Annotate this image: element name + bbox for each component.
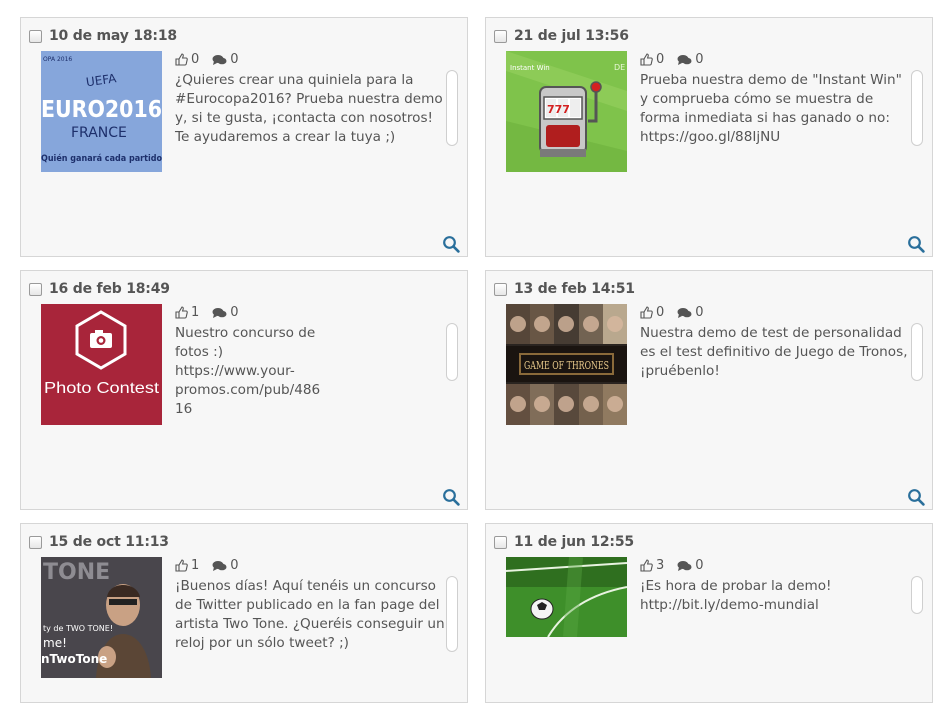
post-card: 10 de may 18:18 OPA 2016 UEFA EURO2016 F… xyxy=(20,17,468,257)
select-checkbox[interactable] xyxy=(29,29,42,43)
scrollbar[interactable] xyxy=(911,70,923,146)
post-stats: 3 0 xyxy=(640,558,717,573)
post-date: 13 de feb 14:51 xyxy=(514,281,635,297)
svg-text:DE: DE xyxy=(614,63,625,72)
post-date: 21 de jul 13:56 xyxy=(514,28,629,44)
svg-text:nTwoTone: nTwoTone xyxy=(41,652,107,666)
comments-count: 0 xyxy=(230,52,239,67)
select-checkbox[interactable] xyxy=(29,282,42,296)
comments-count: 0 xyxy=(230,305,239,320)
post-stats: 0 0 xyxy=(640,52,717,67)
comments-icon xyxy=(212,307,227,318)
likes-count: 0 xyxy=(191,52,200,67)
svg-text:Photo Contest: Photo Contest xyxy=(44,380,160,397)
post-thumbnail[interactable]: GAME OF THRONES xyxy=(506,304,627,425)
comments-count: 0 xyxy=(695,305,704,320)
euro2016-image: OPA 2016 UEFA EURO2016 FRANCE Quién gana… xyxy=(41,51,162,172)
post-thumbnail[interactable]: Instant Win DE 777 xyxy=(506,51,627,172)
search-icon[interactable] xyxy=(907,488,925,506)
post-text: Nuestro concurso de fotos :) https://www… xyxy=(175,325,321,417)
post-date: 11 de jun 12:55 xyxy=(514,534,634,550)
comments-count: 0 xyxy=(230,558,239,573)
photo-contest-image: Photo Contest xyxy=(41,304,162,425)
thumbs-up-icon xyxy=(175,559,188,572)
post-thumbnail[interactable]: Photo Contest xyxy=(41,304,162,425)
post-card: 11 de jun 12:55 3 0 ¡Es hora de probar l… xyxy=(485,523,933,703)
likes-count: 1 xyxy=(191,305,200,320)
soccer-field-image xyxy=(506,557,627,637)
post-card: 15 de oct 11:13 TONE ty de TWO TONE! me!… xyxy=(20,523,468,703)
comments-icon xyxy=(212,54,227,65)
comments-icon xyxy=(212,560,227,571)
likes-count: 1 xyxy=(191,558,200,573)
likes-count: 0 xyxy=(656,52,665,67)
post-card: 16 de feb 18:49 Photo Contest 1 0 Nuestr… xyxy=(20,270,468,510)
post-stats: 0 0 xyxy=(175,52,252,67)
slot-machine-image: Instant Win DE 777 xyxy=(506,51,627,172)
post-thumbnail[interactable]: OPA 2016 UEFA EURO2016 FRANCE Quién gana… xyxy=(41,51,162,172)
thumbs-up-icon xyxy=(640,306,653,319)
comments-count: 0 xyxy=(695,52,704,67)
game-of-thrones-image: GAME OF THRONES xyxy=(506,304,627,425)
likes-count: 3 xyxy=(656,558,665,573)
likes-count: 0 xyxy=(656,305,665,320)
svg-text:777: 777 xyxy=(547,103,570,116)
post-card: 13 de feb 14:51 GAME OF THRONES 0 0 Nues… xyxy=(485,270,933,510)
select-checkbox[interactable] xyxy=(494,29,507,43)
svg-text:GAME OF THRONES: GAME OF THRONES xyxy=(524,359,609,372)
post-text: ¡Buenos días! Aquí tenéis un concurso de… xyxy=(175,578,445,651)
svg-text:Quién ganará cada partido: Quién ganará cada partido xyxy=(41,153,162,164)
thumbs-up-icon xyxy=(640,53,653,66)
post-stats: 1 0 xyxy=(175,558,252,573)
comments-count: 0 xyxy=(695,558,704,573)
post-stats: 1 0 xyxy=(175,305,252,320)
select-checkbox[interactable] xyxy=(29,535,42,549)
svg-text:OPA 2016: OPA 2016 xyxy=(43,56,72,63)
svg-text:ty de TWO TONE!: ty de TWO TONE! xyxy=(43,624,113,633)
scrollbar[interactable] xyxy=(446,70,458,146)
search-icon[interactable] xyxy=(442,488,460,506)
post-stats: 0 0 xyxy=(640,305,717,320)
post-text: ¿Quieres crear una quiniela para la #Eur… xyxy=(175,72,443,145)
search-icon[interactable] xyxy=(442,235,460,253)
post-text: Nuestra demo de test de personalidad es … xyxy=(640,325,908,379)
scrollbar[interactable] xyxy=(911,576,923,614)
post-date: 10 de may 18:18 xyxy=(49,28,177,44)
post-thumbnail[interactable] xyxy=(506,557,627,637)
thumbs-up-icon xyxy=(640,559,653,572)
svg-text:EURO2016: EURO2016 xyxy=(41,97,162,123)
scrollbar[interactable] xyxy=(911,323,923,381)
svg-text:FRANCE: FRANCE xyxy=(71,125,127,141)
post-text: Prueba nuestra demo de "Instant Win" y c… xyxy=(640,72,902,145)
comments-icon xyxy=(677,54,692,65)
select-checkbox[interactable] xyxy=(494,282,507,296)
svg-text:TONE: TONE xyxy=(43,560,110,585)
post-date: 15 de oct 11:13 xyxy=(49,534,169,550)
thumbs-up-icon xyxy=(175,306,188,319)
post-card: 21 de jul 13:56 Instant Win DE 777 0 0 P… xyxy=(485,17,933,257)
comments-icon xyxy=(677,307,692,318)
search-icon[interactable] xyxy=(907,235,925,253)
comments-icon xyxy=(677,560,692,571)
svg-text:me!: me! xyxy=(43,636,67,650)
scrollbar[interactable] xyxy=(446,323,458,381)
post-date: 16 de feb 18:49 xyxy=(49,281,170,297)
post-text: ¡Es hora de probar la demo! http://bit.l… xyxy=(640,578,832,613)
select-checkbox[interactable] xyxy=(494,535,507,549)
thumbs-up-icon xyxy=(175,53,188,66)
two-tone-image: TONE ty de TWO TONE! me! nTwoTone xyxy=(41,557,162,678)
scrollbar[interactable] xyxy=(446,576,458,652)
svg-text:Instant Win: Instant Win xyxy=(510,64,550,72)
post-thumbnail[interactable]: TONE ty de TWO TONE! me! nTwoTone xyxy=(41,557,162,678)
